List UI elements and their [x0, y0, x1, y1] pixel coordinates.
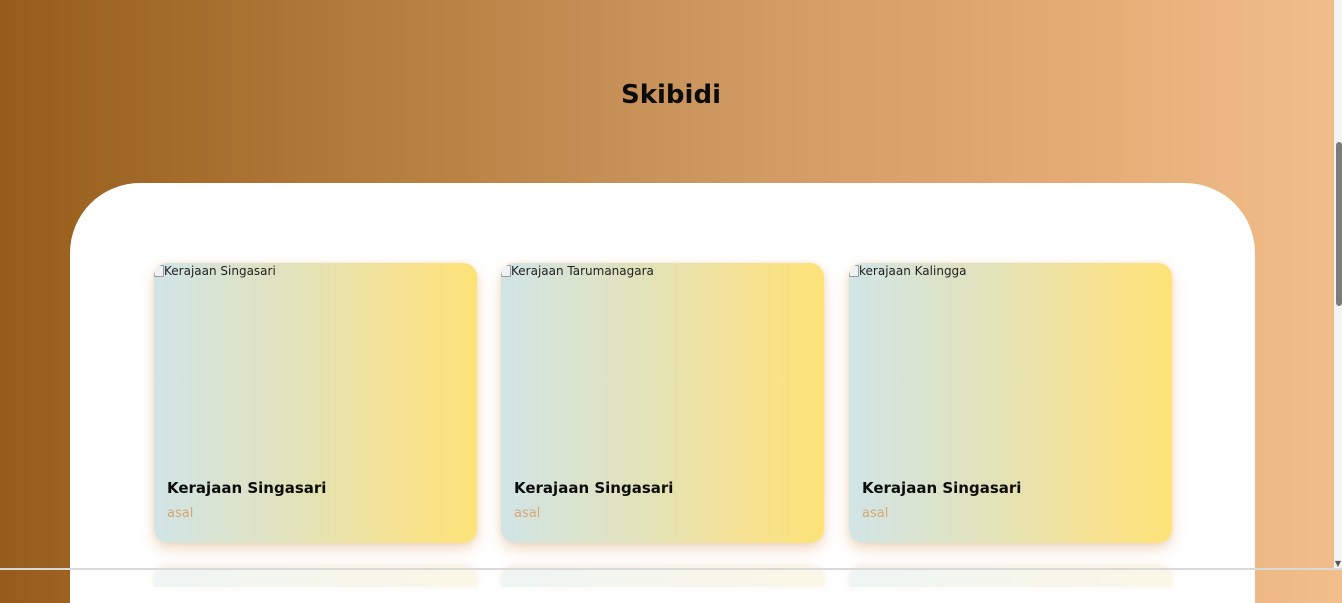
card-subtitle: asal: [167, 506, 194, 521]
scroll-down-arrow-icon[interactable]: ▼: [1334, 560, 1342, 568]
card-image-alt: Kerajaan Singasari: [164, 264, 276, 278]
card-tarumanagara[interactable]: Kerajaan Tarumanagara Kerajaan Singasari…: [501, 263, 824, 543]
card-title: Kerajaan Singasari: [514, 479, 674, 497]
vertical-scrollbar[interactable]: ▼: [1334, 0, 1342, 570]
card-subtitle: asal: [514, 506, 541, 521]
next-card-peek: [501, 567, 824, 587]
card-image-alt: kerajaan Kalingga: [859, 264, 967, 278]
card-subtitle: asal: [862, 506, 889, 521]
next-card-peek: [849, 567, 1172, 587]
content-panel: Kerajaan Singasari Kerajaan Singasari as…: [70, 183, 1255, 603]
card-image: Kerajaan Tarumanagara: [501, 263, 824, 453]
next-card-peek: [154, 567, 477, 587]
broken-image-icon: [849, 265, 859, 277]
card-singasari[interactable]: Kerajaan Singasari Kerajaan Singasari as…: [154, 263, 477, 543]
card-image: kerajaan Kalingga: [849, 263, 1172, 453]
card-kalingga[interactable]: kerajaan Kalingga Kerajaan Singasari asa…: [849, 263, 1172, 543]
card-image-alt: Kerajaan Tarumanagara: [511, 264, 654, 278]
card-image: Kerajaan Singasari: [154, 263, 477, 453]
broken-image-icon: [154, 265, 164, 277]
card-title: Kerajaan Singasari: [167, 479, 327, 497]
scrollbar-thumb[interactable]: [1336, 142, 1342, 306]
page-title: Skibidi: [621, 80, 721, 110]
broken-image-icon: [501, 265, 511, 277]
card-title: Kerajaan Singasari: [862, 479, 1022, 497]
